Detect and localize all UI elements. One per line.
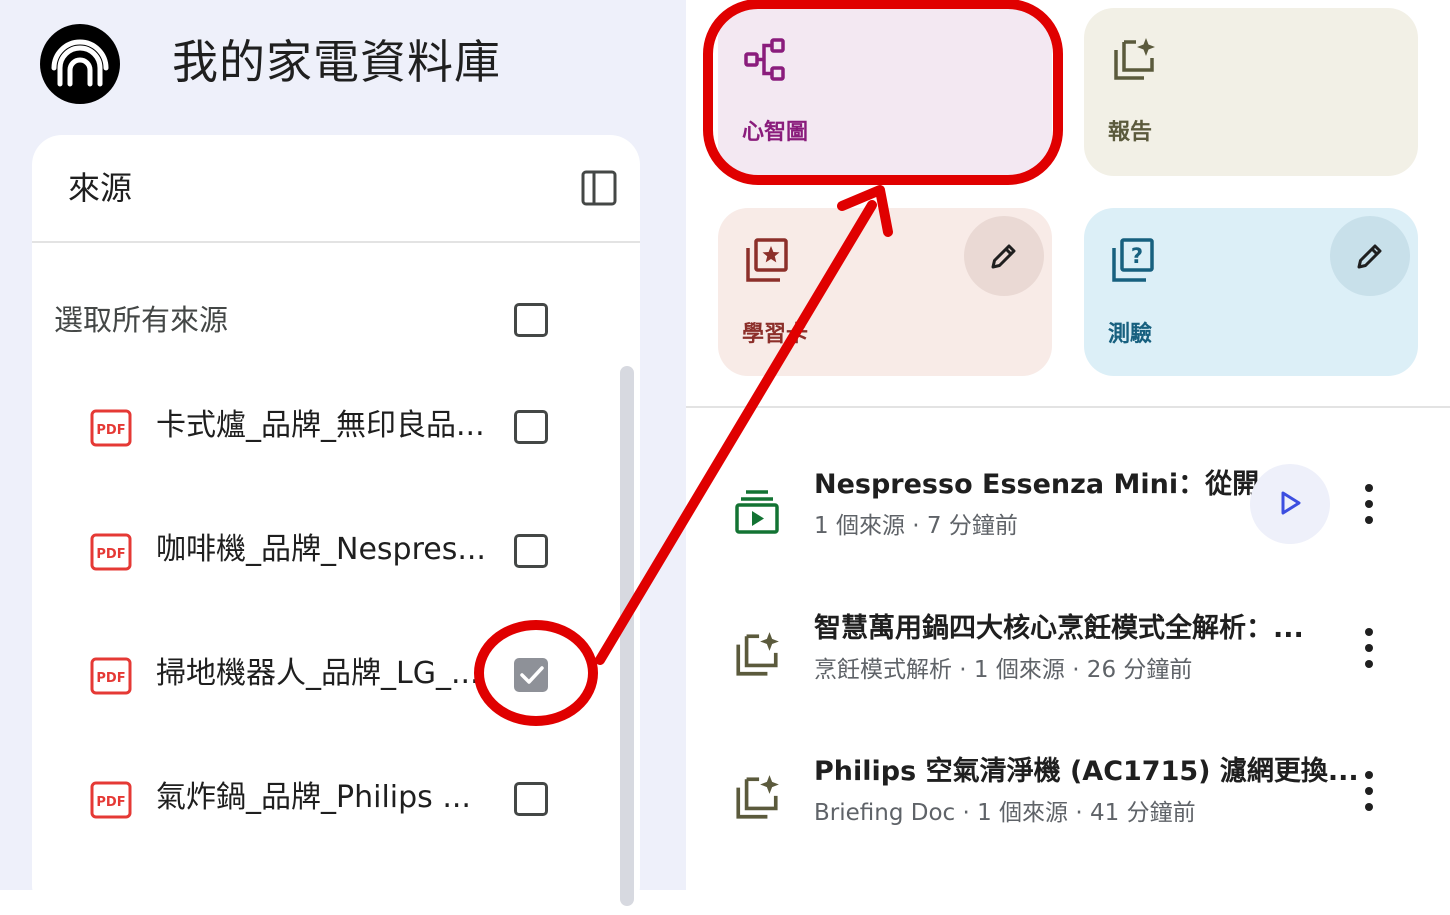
source-checkbox-checked[interactable]	[514, 658, 548, 692]
note-item[interactable]: 智慧萬用鍋四大核心烹飪模式全解析：... 烹飪模式解析 · 1 個來源 · 26…	[686, 610, 1450, 720]
more-options-button[interactable]	[1354, 474, 1384, 534]
source-checkbox[interactable]	[514, 410, 548, 444]
quiz-tile[interactable]: ? 測驗	[1084, 208, 1418, 376]
source-name: 氣炸鍋_品牌_Philips ...	[156, 780, 471, 815]
sources-panel-title: 來源	[68, 169, 133, 207]
flashcards-icon	[744, 236, 792, 284]
quiz-icon: ?	[1110, 236, 1158, 284]
select-all-checkbox[interactable]	[514, 303, 548, 337]
more-options-button[interactable]	[1354, 618, 1384, 678]
quiz-label: 測驗	[1108, 322, 1153, 347]
edit-flashcards-button[interactable]	[964, 216, 1044, 296]
pencil-icon	[991, 244, 1016, 269]
note-item[interactable]: Philips 空氣清淨機 (AC1715) 濾網更換... Briefing …	[686, 753, 1450, 863]
pdf-icon: PDF	[90, 407, 132, 449]
pdf-icon: PDF	[90, 779, 132, 821]
svg-text:PDF: PDF	[96, 423, 125, 438]
source-item[interactable]: PDF 卡式爐_品牌_無印良品...	[32, 397, 640, 457]
sources-panel-header: 來源	[32, 135, 640, 243]
play-icon	[1281, 491, 1301, 515]
collapse-panel-icon[interactable]	[580, 169, 618, 207]
notebook-title[interactable]: 我的家電資料庫	[172, 30, 501, 94]
report-label: 報告	[1108, 120, 1153, 145]
source-item[interactable]: PDF 氣炸鍋_品牌_Philips ...	[32, 769, 640, 829]
mind-map-label: 心智圖	[742, 120, 809, 145]
source-name: 掃地機器人_品牌_LG_...	[156, 656, 480, 691]
source-checkbox[interactable]	[514, 534, 548, 568]
note-title: Philips 空氣清淨機 (AC1715) 濾網更換...	[814, 756, 1359, 787]
pdf-icon: PDF	[90, 655, 132, 697]
note-title: 智慧萬用鍋四大核心烹飪模式全解析：...	[814, 613, 1304, 644]
more-vert-icon	[1365, 628, 1373, 668]
source-item[interactable]: PDF 咖啡機_品牌_Nespres...	[32, 521, 640, 581]
studio-divider	[686, 406, 1450, 408]
mind-map-tile[interactable]: 心智圖	[718, 8, 1052, 176]
flashcards-tile[interactable]: 學習卡	[718, 208, 1052, 376]
note-item[interactable]: Nespresso Essenza Mini：從開... 1 個來源 · 7 分…	[686, 464, 1450, 576]
report-sparkle-icon	[732, 630, 782, 680]
play-button[interactable]	[1250, 464, 1330, 544]
more-options-button[interactable]	[1354, 761, 1384, 821]
audio-overview-icon	[732, 486, 782, 536]
mind-map-icon	[744, 36, 792, 84]
note-meta: 烹飪模式解析 · 1 個來源 · 26 分鐘前	[814, 657, 1193, 683]
source-name: 咖啡機_品牌_Nespres...	[156, 532, 486, 567]
note-meta: Briefing Doc · 1 個來源 · 41 分鐘前	[814, 800, 1196, 826]
svg-text:PDF: PDF	[96, 795, 125, 810]
source-item[interactable]: PDF 掃地機器人_品牌_LG_...	[32, 645, 640, 705]
flashcards-label: 學習卡	[742, 322, 809, 347]
pencil-icon	[1357, 244, 1382, 269]
source-checkbox[interactable]	[514, 782, 548, 816]
svg-text:?: ?	[1131, 244, 1143, 268]
note-meta: 1 個來源 · 7 分鐘前	[814, 513, 1018, 539]
report-sparkle-icon	[732, 773, 782, 823]
more-vert-icon	[1365, 484, 1373, 524]
source-name: 卡式爐_品牌_無印良品...	[156, 408, 485, 443]
edit-quiz-button[interactable]	[1330, 216, 1410, 296]
svg-text:PDF: PDF	[96, 547, 125, 562]
report-sparkle-icon	[1110, 36, 1158, 84]
pdf-icon: PDF	[90, 531, 132, 573]
more-vert-icon	[1365, 771, 1373, 811]
report-tile[interactable]: 報告	[1084, 8, 1418, 176]
notebook-logo-icon[interactable]	[40, 24, 120, 104]
note-title: Nespresso Essenza Mini：從開...	[814, 469, 1290, 500]
svg-text:PDF: PDF	[96, 671, 125, 686]
select-all-label: 選取所有來源	[54, 303, 229, 337]
